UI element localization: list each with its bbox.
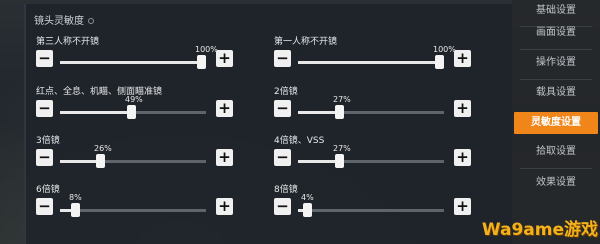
slider-thumb[interactable] [96, 154, 105, 168]
sidebar-divider [520, 79, 592, 80]
decrease-button[interactable]: − [274, 100, 291, 117]
increase-button[interactable]: + [454, 100, 471, 117]
slider-track[interactable] [298, 55, 444, 69]
sidebar-item-vehicle[interactable]: 载具设置 [512, 82, 600, 104]
increase-button[interactable]: + [216, 50, 233, 67]
sensitivity-slider-row: 第一人称不开镜 − 100% + [274, 34, 474, 76]
slider-value: 27% [333, 144, 351, 153]
slider-label: 4倍镜、VSS [274, 136, 325, 146]
slider-value: 100% [433, 45, 456, 54]
slider-label: 6倍镜 [36, 185, 60, 195]
slider-fill [60, 160, 98, 163]
info-icon [88, 18, 94, 24]
sidebar-item-basic[interactable]: 基础设置 [512, 0, 600, 22]
section-title-text: 镜头灵敏度 [34, 16, 84, 27]
settings-sidebar: 基础设置 画面设置 操作设置 载具设置 灵敏度设置 拾取设置 效果设置 [512, 0, 600, 244]
slider-label: 2倍镜 [274, 87, 298, 97]
sidebar-divider [520, 49, 592, 50]
slider-track[interactable] [298, 203, 444, 217]
slider-label: 8倍镜 [274, 185, 298, 195]
slider-label: 第三人称不开镜 [36, 37, 100, 47]
slider-value: 26% [94, 144, 112, 153]
slider-fill [298, 160, 337, 163]
slider-thumb[interactable] [197, 55, 206, 69]
slider-track[interactable] [60, 105, 206, 119]
slider-fill [60, 111, 132, 114]
sensitivity-slider-row: 8倍镜 − 4% + [274, 182, 474, 224]
sidebar-item-sensitivity[interactable]: 灵敏度设置 [514, 112, 598, 134]
increase-button[interactable]: + [216, 149, 233, 166]
slider-thumb[interactable] [435, 55, 444, 69]
slider-thumb[interactable] [335, 154, 344, 168]
sensitivity-slider-row: 红点、全息、机瞄、侧面瞄准镜 − 49% + [36, 84, 236, 126]
slider-value: 49% [125, 95, 143, 104]
slider-fill [60, 61, 206, 64]
sensitivity-slider-row: 6倍镜 − 8% + [36, 182, 236, 224]
slider-track[interactable] [298, 105, 444, 119]
sidebar-item-effects[interactable]: 效果设置 [512, 172, 600, 194]
slider-value: 100% [195, 45, 218, 54]
slider-label: 3倍镜 [36, 136, 60, 146]
slider-thumb[interactable] [335, 105, 344, 119]
slider-track[interactable] [60, 154, 206, 168]
slider-track[interactable] [60, 203, 206, 217]
sidebar-item-graphics[interactable]: 画面设置 [512, 22, 600, 44]
increase-button[interactable]: + [216, 198, 233, 215]
decrease-button[interactable]: − [274, 198, 291, 215]
decrease-button[interactable]: − [274, 149, 291, 166]
sensitivity-slider-row: 4倍镜、VSS − 27% + [274, 133, 474, 175]
sidebar-item-pickup[interactable]: 拾取设置 [512, 141, 600, 163]
slider-value: 4% [301, 193, 314, 202]
sensitivity-slider-row: 2倍镜 − 27% + [274, 84, 474, 126]
decrease-button[interactable]: − [36, 100, 53, 117]
slider-track[interactable] [298, 154, 444, 168]
decrease-button[interactable]: − [274, 50, 291, 67]
slider-label: 第一人称不开镜 [274, 37, 338, 47]
slider-value: 27% [333, 95, 351, 104]
slider-value: 8% [69, 193, 82, 202]
slider-thumb[interactable] [303, 203, 312, 217]
decrease-button[interactable]: − [36, 198, 53, 215]
slider-fill [298, 111, 337, 114]
sensitivity-slider-row: 第三人称不开镜 − 100% + [36, 34, 236, 76]
slider-label: 红点、全息、机瞄、侧面瞄准镜 [36, 87, 163, 97]
decrease-button[interactable]: − [36, 149, 53, 166]
sidebar-divider [520, 168, 592, 169]
slider-thumb[interactable] [127, 105, 136, 119]
slider-fill [298, 61, 444, 64]
sensitivity-slider-row: 3倍镜 − 26% + [36, 133, 236, 175]
increase-button[interactable]: + [454, 198, 471, 215]
decrease-button[interactable]: − [36, 50, 53, 67]
increase-button[interactable]: + [454, 149, 471, 166]
increase-button[interactable]: + [216, 100, 233, 117]
slider-thumb[interactable] [71, 203, 80, 217]
sidebar-item-controls[interactable]: 操作设置 [512, 52, 600, 74]
watermark-logo: Wa9ame游戏 [481, 220, 598, 240]
slider-track[interactable] [60, 55, 206, 69]
increase-button[interactable]: + [454, 50, 471, 67]
section-title: 镜头灵敏度 [34, 12, 94, 27]
